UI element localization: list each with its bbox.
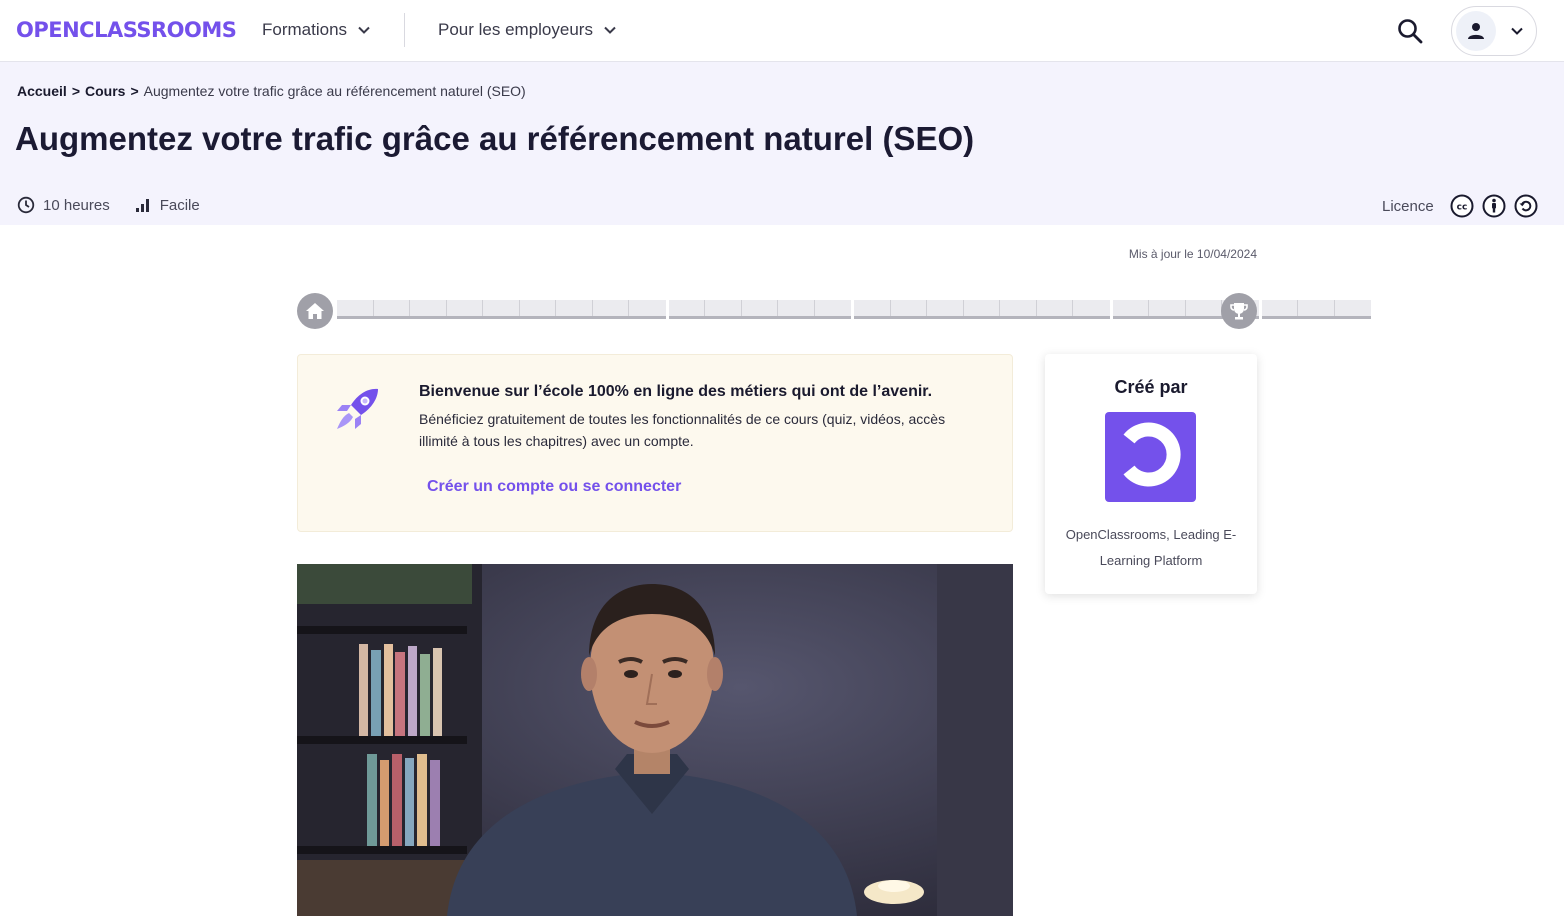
openclassrooms-logo-icon: [1123, 422, 1181, 487]
progress-step[interactable]: [1334, 300, 1371, 316]
progress-step[interactable]: [854, 300, 891, 316]
avatar: [1456, 11, 1496, 51]
svg-text:cc: cc: [1456, 203, 1467, 213]
duration-label: 10 heures: [43, 196, 110, 214]
progress-step[interactable]: [927, 300, 964, 316]
clock-icon: [17, 196, 35, 214]
page-title: Augmentez votre trafic grâce au référenc…: [15, 120, 975, 157]
progress-part: [854, 300, 1110, 319]
progress-track: [337, 300, 1371, 319]
licence: Licence cc: [1382, 194, 1538, 218]
progress-step[interactable]: [1112, 300, 1149, 316]
openclassrooms-author-logo[interactable]: [1105, 412, 1196, 502]
nav-divider: [404, 13, 405, 47]
share-alike-icon[interactable]: [1514, 194, 1538, 218]
progress-step[interactable]: [629, 300, 666, 316]
author-card: Créé par OpenClassrooms, Leading E-Learn…: [1045, 354, 1257, 594]
progress-step[interactable]: [592, 300, 629, 316]
user-icon: [1468, 23, 1484, 39]
progress-step[interactable]: [410, 300, 447, 316]
course-progress: [297, 293, 1371, 329]
licence-label: Licence: [1382, 197, 1434, 215]
progress-step[interactable]: [1073, 300, 1110, 316]
progress-step[interactable]: [963, 300, 1000, 316]
difficulty-label: Facile: [159, 196, 200, 214]
welcome-text: Bénéficiez gratuitement de toutes les fo…: [419, 411, 946, 449]
chevron-down-icon: [358, 26, 370, 34]
account-menu-button[interactable]: [1451, 6, 1537, 56]
duration: 10 heures: [17, 196, 110, 214]
progress-step[interactable]: [556, 300, 593, 316]
progress-part: [337, 300, 666, 319]
breadcrumb-separator: >: [71, 83, 80, 99]
welcome-card: Bienvenue sur l’école 100% en ligne des …: [297, 354, 1013, 532]
difficulty-bars-icon: [135, 199, 149, 212]
chevron-down-icon: [1511, 27, 1523, 35]
breadcrumb-separator: >: [130, 83, 139, 99]
progress-step[interactable]: [1298, 300, 1335, 316]
progress-step[interactable]: [778, 300, 815, 316]
progress-step[interactable]: [1261, 300, 1298, 316]
progress-part: [668, 300, 851, 319]
employeurs-menu[interactable]: Pour les employeurs: [438, 20, 617, 40]
creative-commons-icon[interactable]: cc: [1450, 194, 1474, 218]
search-icon[interactable]: [1396, 17, 1424, 45]
progress-step[interactable]: [741, 300, 778, 316]
course-video[interactable]: [297, 564, 1013, 916]
progress-step[interactable]: [814, 300, 851, 316]
progress-step[interactable]: [373, 300, 410, 316]
video-presenter-image: [297, 564, 1013, 916]
progress-step[interactable]: [705, 300, 742, 316]
author-heading: Créé par: [1114, 377, 1188, 397]
progress-step[interactable]: [890, 300, 927, 316]
progress-step[interactable]: [483, 300, 520, 316]
updated-date: Mis à jour le 10/04/2024: [1128, 247, 1257, 261]
breadcrumb-current: Augmentez votre trafic grâce au référenc…: [143, 83, 526, 99]
progress-end[interactable]: [1221, 293, 1257, 329]
rocket-icon: [337, 388, 378, 429]
progress-start[interactable]: [297, 293, 333, 329]
progress-step[interactable]: [1185, 300, 1222, 316]
trophy-icon: [1230, 303, 1248, 320]
progress-part: [1261, 300, 1371, 319]
author-name[interactable]: OpenClassrooms, Leading E-Learning Platf…: [1061, 522, 1241, 574]
chevron-down-icon: [604, 26, 616, 34]
progress-step[interactable]: [668, 300, 705, 316]
formations-menu[interactable]: Formations: [262, 20, 371, 40]
openclassrooms-logo[interactable]: OPENCLASSROOMS: [16, 18, 237, 42]
employeurs-label: Pour les employeurs: [438, 20, 593, 39]
progress-step[interactable]: [1036, 300, 1073, 316]
home-icon: [306, 303, 324, 319]
progress-step[interactable]: [337, 300, 374, 316]
progress-step[interactable]: [1000, 300, 1037, 316]
attribution-icon[interactable]: [1482, 194, 1506, 218]
breadcrumb: Accueil > Cours > Augmentez votre trafic…: [17, 83, 526, 99]
progress-step[interactable]: [1149, 300, 1186, 316]
course-meta: 10 heures Facile: [17, 196, 224, 214]
create-account-link[interactable]: Créer un compte ou se connecter: [427, 478, 681, 496]
progress-step[interactable]: [519, 300, 556, 316]
difficulty: Facile: [134, 196, 200, 214]
breadcrumb-home[interactable]: Accueil: [17, 83, 67, 99]
breadcrumb-courses[interactable]: Cours: [85, 83, 125, 99]
formations-label: Formations: [262, 20, 348, 39]
course-header: Accueil > Cours > Augmentez votre trafic…: [0, 62, 1564, 225]
welcome-title: Bienvenue sur l’école 100% en ligne des …: [419, 383, 933, 400]
progress-step[interactable]: [446, 300, 483, 316]
top-navigation: OPENCLASSROOMS Formations Pour les emplo…: [0, 0, 1564, 62]
